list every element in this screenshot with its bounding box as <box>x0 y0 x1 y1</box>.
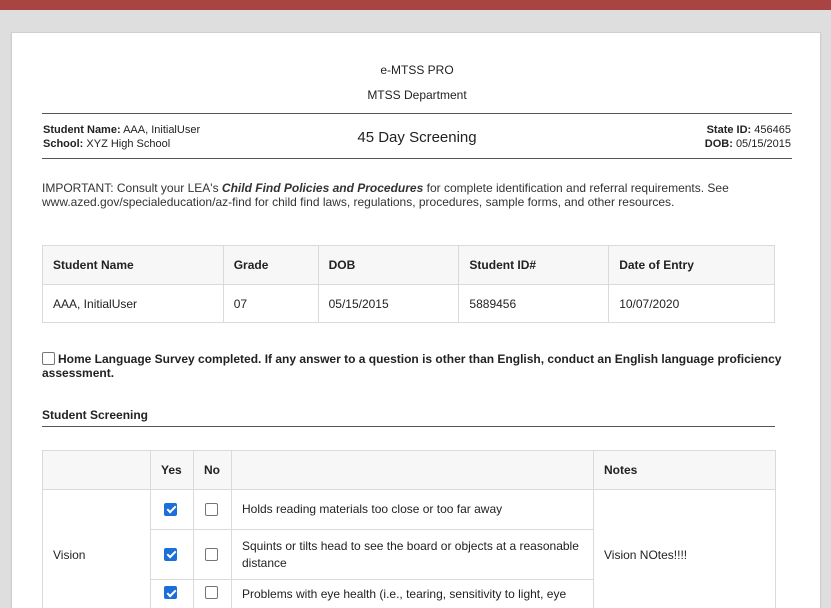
cell-grade: 07 <box>222 284 319 323</box>
question-text: Squints or tilts head to see the board o… <box>231 529 594 580</box>
header-question <box>231 450 594 490</box>
header-no: No <box>193 450 232 490</box>
student-details-table: Student Name Grade DOB Student ID# Date … <box>42 245 775 323</box>
category-vision: Vision <box>42 489 151 608</box>
header-date-of-entry: Date of Entry <box>608 245 775 285</box>
question-text: Problems with eye health (i.e., tearing,… <box>231 579 594 608</box>
cell-date-of-entry: 10/07/2020 <box>608 284 775 323</box>
cell-dob: 05/15/2015 <box>317 284 460 323</box>
table-header-row: Student Name Grade DOB Student ID# Date … <box>42 245 775 285</box>
child-find-emphasis: Child Find Policies and Procedures <box>221 181 424 195</box>
no-cell <box>193 529 232 580</box>
no-checkbox[interactable] <box>204 547 218 561</box>
table-row: Vision Holds reading materials too close… <box>42 489 776 608</box>
cell-student-name: AAA, InitialUser <box>42 284 224 323</box>
document-title: 45 Day Screening <box>357 129 477 146</box>
dob-value: 05/15/2015 <box>735 138 791 150</box>
home-language-survey: Home Language Survey completed. If any a… <box>42 352 782 380</box>
header-dob: DOB <box>317 245 460 285</box>
screening-header-row: Yes No Notes <box>42 450 776 490</box>
yes-checkbox[interactable] <box>164 586 177 599</box>
no-cell <box>193 489 232 530</box>
section-divider <box>42 426 775 427</box>
important-notice: IMPORTANT: Consult your LEA's Child Find… <box>42 181 762 209</box>
student-info-right: State ID: 456465 DOB: 05/15/2015 <box>705 123 791 151</box>
dob-label: DOB: <box>704 138 733 150</box>
yes-cell <box>150 489 194 530</box>
header-divider-bottom <box>42 158 792 159</box>
no-checkbox[interactable] <box>204 586 218 599</box>
home-language-checkbox[interactable] <box>42 352 55 365</box>
org-name: e-MTSS PRO <box>380 63 454 77</box>
table-row: AAA, InitialUser 07 05/15/2015 5889456 1… <box>42 284 775 323</box>
home-language-label: Home Language Survey completed. If any a… <box>42 352 782 380</box>
header-grade: Grade <box>222 245 319 285</box>
screening-table: Yes No Notes Vision Holds reading materi… <box>42 450 776 608</box>
state-id-value: 456465 <box>754 124 791 136</box>
vision-notes: Vision NOtes!!!! <box>593 489 776 608</box>
top-accent-bar <box>0 0 831 10</box>
header-student-name: Student Name <box>42 245 224 285</box>
screening-document: e-MTSS PRO MTSS Department Student Name:… <box>11 32 821 608</box>
yes-cell <box>150 579 194 608</box>
header-student-id: Student ID# <box>458 245 610 285</box>
header-category <box>42 450 151 490</box>
yes-checkbox[interactable] <box>164 502 177 516</box>
section-title: Student Screening <box>42 408 149 422</box>
yes-cell <box>150 529 194 580</box>
state-id-label: State ID: <box>706 124 752 136</box>
no-cell <box>193 579 232 608</box>
yes-checkbox[interactable] <box>164 547 177 561</box>
header-yes: Yes <box>150 450 194 490</box>
header-notes: Notes <box>593 450 776 490</box>
question-text: Holds reading materials too close or too… <box>231 489 594 530</box>
important-prefix: IMPORTANT: Consult your LEA's <box>42 181 222 195</box>
department-name: MTSS Department <box>367 88 467 102</box>
no-checkbox[interactable] <box>204 502 218 516</box>
header-divider-top <box>42 113 792 114</box>
cell-student-id: 5889456 <box>458 284 610 323</box>
